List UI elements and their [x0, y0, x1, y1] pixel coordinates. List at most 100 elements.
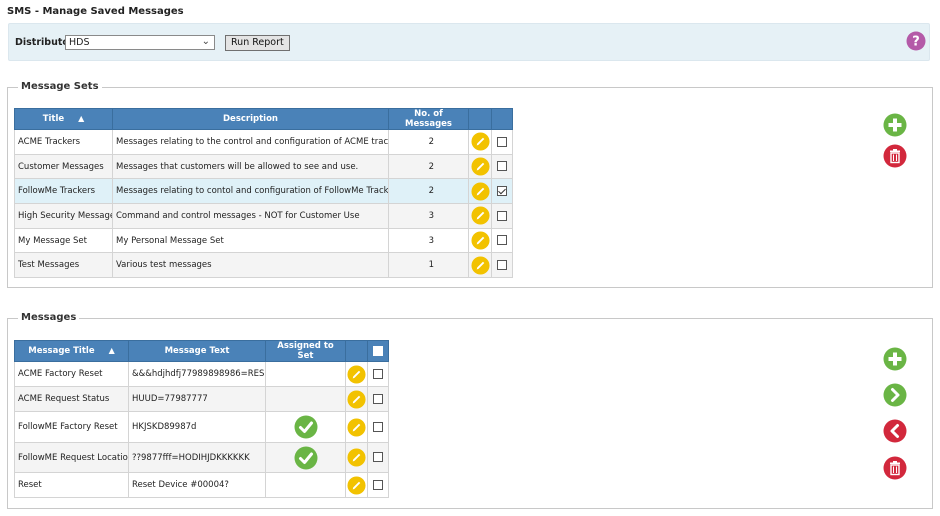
add-message-set-button[interactable]: [883, 113, 907, 140]
message-select-cell: [367, 411, 389, 443]
message-select-cell: [367, 386, 389, 412]
message-set-description: Messages relating to the control and con…: [112, 129, 389, 155]
message-set-select-cell: [491, 153, 513, 180]
message-row[interactable]: ACME Factory Reset &&&hdjhdfj77989898986=…: [14, 361, 389, 387]
edit-message-set-button[interactable]: [468, 203, 492, 229]
message-set-select-cell: [491, 129, 513, 155]
message-checkbox[interactable]: [373, 421, 383, 432]
message-select-cell: [367, 442, 389, 473]
message-sets-table: Title ▲ Description No. of Messages ACME …: [14, 108, 513, 279]
message-set-description: My Personal Message Set: [112, 227, 389, 254]
column-header-edit: [468, 108, 492, 130]
run-report-button[interactable]: Run Report: [225, 35, 290, 51]
filter-bar: Distributor HDS ⌄ Run Report ?: [8, 23, 930, 61]
message-row[interactable]: ACME Request Status HUUD=77987777: [14, 386, 389, 412]
distributor-selected-value: HDS: [69, 37, 90, 48]
message-set-row[interactable]: Test Messages Various test messages 1: [14, 252, 513, 279]
help-icon[interactable]: ?: [906, 31, 926, 51]
message-set-checkbox[interactable]: [497, 260, 507, 271]
column-header-description[interactable]: Description: [112, 108, 389, 130]
message-title: FollowME Factory Reset: [14, 411, 129, 443]
trash-icon: [883, 456, 907, 480]
edit-message-button[interactable]: [345, 442, 368, 473]
message-set-description: Various test messages: [112, 252, 389, 279]
pencil-icon: [470, 132, 490, 151]
edit-message-set-button[interactable]: [468, 129, 492, 155]
message-set-title: FollowMe Trackers: [14, 178, 113, 205]
message-text: HUUD=77987777: [128, 386, 266, 412]
add-message-button[interactable]: [883, 347, 907, 374]
message-set-row[interactable]: ACME Trackers Messages relating to the co…: [14, 129, 513, 155]
message-row[interactable]: Reset Reset Device #00004?: [14, 472, 389, 498]
edit-message-set-button[interactable]: [468, 252, 492, 279]
message-title: FollowME Request Location: [14, 442, 129, 473]
message-set-row[interactable]: My Message Set My Personal Message Set 3: [14, 227, 513, 254]
edit-message-button[interactable]: [345, 361, 368, 387]
message-set-count: 2: [388, 153, 469, 180]
message-select-cell: [367, 472, 389, 498]
message-set-description: Messages relating to contol and configur…: [112, 178, 389, 205]
pencil-icon: [347, 475, 366, 495]
message-set-title: High Security Messages: [14, 203, 113, 229]
message-set-description: Messages that customers will be allowed …: [112, 153, 389, 180]
message-row[interactable]: FollowME Request Location ??9877fff=HODIH…: [14, 442, 389, 473]
edit-message-button[interactable]: [345, 386, 368, 412]
message-set-title: Customer Messages: [14, 153, 113, 180]
column-header-select: [491, 108, 513, 130]
message-checkbox[interactable]: [373, 479, 383, 490]
message-set-row[interactable]: Customer Messages Messages that customers…: [14, 153, 513, 180]
assigned-to-set-cell: [265, 472, 346, 498]
column-header-count[interactable]: No. of Messages: [388, 108, 469, 130]
message-set-title: ACME Trackers: [14, 129, 113, 155]
column-header-title[interactable]: Title ▲: [14, 108, 113, 130]
column-header-message-text[interactable]: Message Text: [128, 340, 266, 362]
delete-message-set-button[interactable]: [883, 144, 907, 171]
message-set-checkbox[interactable]: [497, 235, 507, 246]
edit-message-set-button[interactable]: [468, 178, 492, 205]
edit-message-button[interactable]: [345, 411, 368, 443]
message-sets-legend: Message Sets: [18, 81, 102, 92]
message-set-title: Test Messages: [14, 252, 113, 279]
message-set-checkbox[interactable]: [497, 136, 507, 147]
message-set-checkbox[interactable]: [497, 185, 507, 196]
message-set-row[interactable]: High Security Messages Command and contro…: [14, 203, 513, 229]
edit-message-set-button[interactable]: [468, 227, 492, 254]
remove-from-set-button[interactable]: [883, 419, 907, 446]
column-header-assigned[interactable]: Assigned to Set: [265, 340, 346, 362]
messages-legend: Messages: [18, 312, 80, 323]
pencil-icon: [347, 448, 366, 467]
message-row[interactable]: FollowME Factory Reset HKJSKD89987d: [14, 411, 389, 443]
edit-message-button[interactable]: [345, 472, 368, 498]
message-set-title: My Message Set: [14, 227, 113, 254]
message-checkbox[interactable]: [373, 368, 383, 379]
message-checkbox[interactable]: [373, 393, 383, 404]
assigned-to-set-cell: [265, 411, 346, 443]
sort-ascending-icon: ▲: [108, 346, 115, 355]
message-title: ACME Factory Reset: [14, 361, 129, 387]
chevron-right-icon: [883, 383, 907, 407]
assigned-to-set-cell: [265, 442, 346, 473]
message-select-cell: [367, 361, 389, 387]
pencil-icon: [470, 157, 490, 176]
column-header-select-all[interactable]: [367, 340, 389, 362]
edit-message-set-button[interactable]: [468, 153, 492, 180]
select-all-checkbox[interactable]: [373, 345, 383, 356]
assign-to-set-button[interactable]: [883, 383, 907, 410]
plus-icon: [883, 347, 907, 371]
message-checkbox[interactable]: [373, 452, 383, 463]
message-text: Reset Device #00004?: [128, 472, 266, 498]
trash-icon: [883, 144, 907, 168]
message-set-select-cell: [491, 203, 513, 229]
checkmark-icon: [294, 415, 317, 439]
message-set-checkbox[interactable]: [497, 210, 507, 221]
message-set-count: 3: [388, 227, 469, 254]
message-set-row[interactable]: FollowMe Trackers Messages relating to co…: [14, 178, 513, 205]
column-header-edit: [345, 340, 368, 362]
assigned-to-set-cell: [265, 361, 346, 387]
message-set-checkbox[interactable]: [497, 161, 507, 172]
distributor-select[interactable]: HDS ⌄: [65, 35, 215, 50]
svg-text:?: ?: [912, 35, 920, 50]
delete-message-button[interactable]: [883, 456, 907, 483]
column-header-message-title[interactable]: Message Title ▲: [14, 340, 129, 362]
message-text: HKJSKD89987d: [128, 411, 266, 443]
